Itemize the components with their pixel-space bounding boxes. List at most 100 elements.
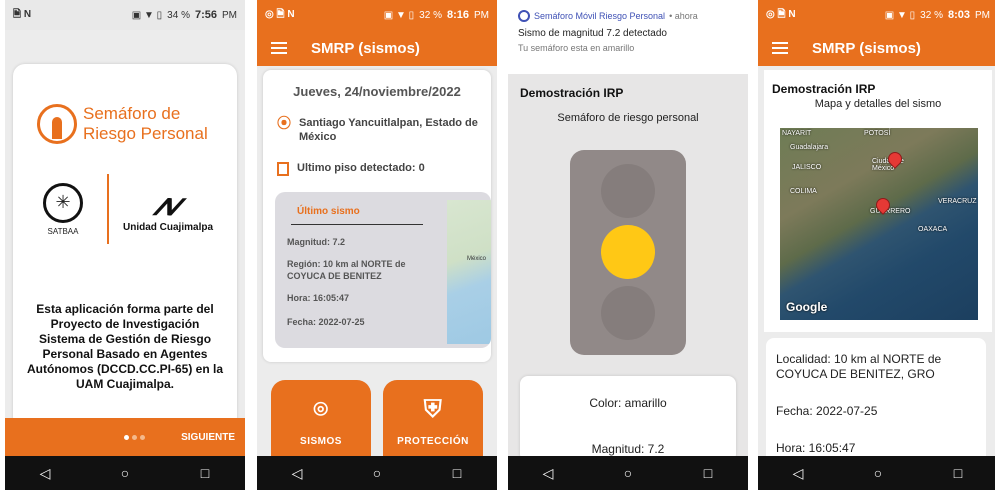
- proteccion-button[interactable]: ⛨ PROTECCIÓN: [383, 380, 483, 456]
- map-label: GUERRERO: [870, 208, 911, 215]
- divider: [291, 224, 423, 225]
- traffic-light-content: Demostración IRP Semáforo de riesgo pers…: [508, 74, 748, 462]
- quake-region: Región: 10 km al NORTE de COYUCA DE BENI…: [287, 259, 406, 281]
- quake-map[interactable]: NAYARIT POTOSÍ Guadalajara JALISCO Ciuda…: [780, 128, 978, 320]
- demo-subtitle: Semáforo de riesgo personal: [557, 112, 699, 124]
- location-text: Santiago Yancuitlalpan, Estado de México: [299, 117, 478, 143]
- project-description: Esta aplicación forma parte del Proyecto…: [27, 302, 224, 391]
- recents-icon[interactable]: □: [442, 465, 472, 481]
- battery-percent: 34 %: [167, 9, 190, 21]
- recents-icon[interactable]: □: [190, 465, 220, 481]
- home-icon[interactable]: ○: [863, 465, 893, 481]
- quake-mini-map[interactable]: México: [447, 200, 491, 344]
- status-bar: ◎ 🗎 N ▣ ▼ ▯ 32 % 8:16 PM: [257, 0, 497, 30]
- home-icon[interactable]: ○: [110, 465, 140, 481]
- system-nav-bar: ◁ ○ □: [508, 456, 748, 490]
- map-label: POTOSÍ: [864, 130, 891, 137]
- app-notification-icon: [518, 10, 530, 22]
- uam-mark-icon: ⩘⩗: [152, 185, 186, 222]
- satbaa-label: SATBAA: [47, 226, 79, 236]
- back-icon[interactable]: ◁: [783, 465, 813, 482]
- satbaa-logo: ✳ SATBAA: [33, 182, 93, 236]
- menu-icon[interactable]: [271, 39, 287, 57]
- quake-time: Hora: 16:05:47: [287, 293, 350, 303]
- sismos-label: SISMOS: [300, 436, 342, 447]
- intro-card: Semáforo de Riesgo Personal ✳ SATBAA ⩘⩗ …: [13, 64, 237, 429]
- seismograph-icon: ⌾: [313, 396, 329, 423]
- demo-title: Demostración IRP: [772, 82, 876, 96]
- status-icons: ▣ ▼ ▯: [383, 9, 415, 21]
- quake-magnitude: Magnitud: 7.2: [287, 237, 345, 247]
- map-card: Demostración IRP Mapa y detalles del sis…: [764, 70, 992, 332]
- back-icon[interactable]: ◁: [533, 465, 563, 482]
- logo-text: Semáforo de Riesgo Personal: [83, 104, 208, 144]
- onboarding-bar: SIGUIENTE: [5, 418, 245, 456]
- status-right: ▣ ▼ ▯ 32 % 8:16 PM: [384, 9, 489, 21]
- quake-date: Fecha: 2022-07-25: [776, 404, 878, 418]
- home-icon[interactable]: ○: [613, 465, 643, 481]
- divider: [107, 174, 109, 244]
- recents-icon[interactable]: □: [693, 465, 723, 481]
- location-pin-icon: ⦿: [277, 115, 291, 131]
- status-bar: ◎ 🗎 N ▣ ▼ ▯ 32 % 8:03 PM: [758, 0, 995, 30]
- clock: 7:56: [194, 9, 217, 21]
- sismos-button[interactable]: ⌾ SISMOS: [271, 380, 371, 456]
- phone-screen-intro: 🗎 N ▣ ▼ ▯ 34 % 7:56 PM Semáforo de Riesg…: [5, 0, 245, 490]
- notification-header: Semáforo Móvil Riesgo Personal • ahora: [518, 10, 738, 22]
- status-left-icons: 🗎 N: [13, 8, 32, 20]
- status-card: Color: amarillo Magnitud: 7.2: [520, 376, 736, 462]
- demo-subtitle: Mapa y detalles del sismo: [814, 98, 942, 110]
- back-icon[interactable]: ◁: [282, 465, 312, 482]
- clock: 8:16: [446, 9, 469, 21]
- map-label: COLIMA: [790, 188, 817, 195]
- location-row: ⦿ Santiago Yancuitlalpan, Estado de Méxi…: [277, 116, 487, 144]
- uam-label: Unidad Cuajimalpa: [123, 221, 214, 233]
- recents-icon[interactable]: □: [943, 465, 973, 481]
- logo-line1: Semáforo de: [83, 104, 181, 123]
- notification-subtext: Tu semáforo esta en amarillo: [518, 43, 635, 53]
- status-right: ▣ ▼ ▯ 34 % 7:56 PM: [132, 9, 237, 21]
- proteccion-label: PROTECCIÓN: [397, 436, 469, 447]
- screenshot-collage: 🗎 N ▣ ▼ ▯ 34 % 7:56 PM Semáforo de Riesg…: [0, 0, 995, 490]
- building-icon: [277, 162, 289, 176]
- clock-ampm: PM: [474, 9, 489, 21]
- back-icon[interactable]: ◁: [30, 465, 60, 482]
- main-content: Jueves, 24/noviembre/2022 ⦿ Santiago Yan…: [257, 66, 497, 456]
- demo-title: Demostración IRP: [520, 86, 624, 100]
- next-button[interactable]: SIGUIENTE: [181, 432, 235, 443]
- yellow-lamp-on: [601, 225, 655, 279]
- light-color: Color: amarillo: [589, 396, 667, 410]
- status-icons: ▣ ▼ ▯: [131, 9, 163, 21]
- notification-message: Sismo de magnitud 7.2 detectado: [518, 28, 667, 39]
- green-lamp-off: [601, 286, 655, 340]
- quake-time: Hora: 16:05:47: [776, 441, 856, 455]
- quake-magnitude: Magnitud: 7.2: [591, 442, 665, 456]
- map-label: JALISCO: [792, 164, 822, 171]
- app-logo: Semáforo de Riesgo Personal: [37, 104, 208, 144]
- page-indicator: [124, 434, 146, 440]
- info-card: Jueves, 24/noviembre/2022 ⦿ Santiago Yan…: [263, 70, 491, 362]
- notification[interactable]: Semáforo Móvil Riesgo Personal • ahora S…: [508, 0, 748, 74]
- clock-ampm: PM: [975, 9, 990, 21]
- battery-percent: 32 %: [920, 9, 943, 21]
- map-label: Guadalajara: [790, 144, 829, 151]
- status-icons: ▣ ▼ ▯: [884, 9, 916, 21]
- map-label: VERACRUZ: [938, 198, 977, 205]
- system-nav-bar: ◁ ○ □: [257, 456, 497, 490]
- status-right: ▣ ▼ ▯ 32 % 8:03 PM: [885, 9, 990, 21]
- status-bar: 🗎 N ▣ ▼ ▯ 34 % 7:56 PM: [5, 0, 245, 30]
- last-quake-card[interactable]: Último sismo Magnitud: 7.2 Región: 10 km…: [275, 192, 491, 348]
- notification-time: • ahora: [669, 11, 698, 21]
- red-lamp-off: [601, 164, 655, 218]
- status-left-icons: ◎ 🗎 N: [766, 8, 796, 20]
- map-label: NAYARIT: [782, 130, 812, 137]
- home-icon[interactable]: ○: [362, 465, 392, 481]
- floor-text: Ultimo piso detectado: 0: [297, 162, 425, 174]
- menu-icon[interactable]: [772, 39, 788, 57]
- battery-percent: 32 %: [419, 9, 442, 21]
- partner-logos: ✳ SATBAA ⩘⩗ Unidad Cuajimalpa: [33, 174, 223, 244]
- map-label: México: [467, 256, 487, 262]
- clock-ampm: PM: [222, 9, 237, 21]
- phone-screen-map: ◎ 🗎 N ▣ ▼ ▯ 32 % 8:03 PM SMRP (sismos) D…: [758, 0, 995, 490]
- map-credit: Google: [786, 300, 828, 314]
